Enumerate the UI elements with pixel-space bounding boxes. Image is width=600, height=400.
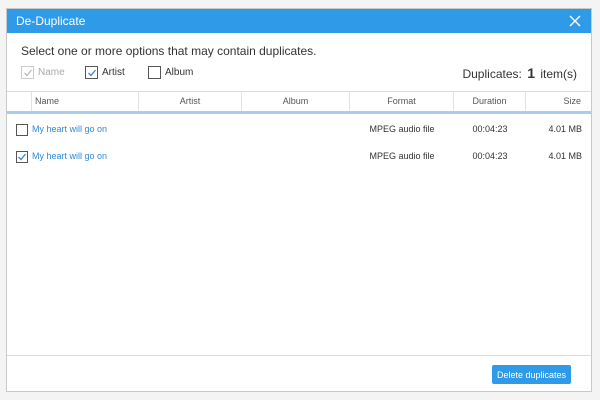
header-divider xyxy=(7,111,591,114)
option-artist-checkbox[interactable] xyxy=(85,66,98,79)
header-artist[interactable]: Artist xyxy=(139,92,242,111)
delete-duplicates-button[interactable]: Delete duplicates xyxy=(492,365,571,384)
row-name: My heart will go on xyxy=(32,124,108,134)
row-format: MPEG audio file xyxy=(369,151,435,161)
duplicates-count: Duplicates: 1 item(s) xyxy=(462,65,577,81)
header-format[interactable]: Format xyxy=(350,92,454,111)
row-checkbox[interactable] xyxy=(16,151,28,163)
row-format: MPEG audio file xyxy=(369,124,435,134)
duplicates-suffix: item(s) xyxy=(540,67,577,81)
table-row[interactable]: My heart will go on MPEG audio file 00:0… xyxy=(7,142,591,170)
duplicates-number: 1 xyxy=(527,65,535,81)
header-album[interactable]: Album xyxy=(242,92,350,111)
option-artist[interactable]: Artist xyxy=(85,65,125,80)
option-artist-label: Artist xyxy=(102,67,125,78)
check-icon xyxy=(23,69,32,76)
check-icon xyxy=(87,69,96,76)
close-icon xyxy=(569,15,581,27)
duplicates-prefix: Duplicates: xyxy=(462,67,522,81)
row-checkbox[interactable] xyxy=(16,124,28,136)
close-button[interactable] xyxy=(565,11,585,31)
footer-divider xyxy=(7,355,591,356)
instruction-text: Select one or more options that may cont… xyxy=(21,44,317,58)
option-album-label: Album xyxy=(165,67,194,78)
table-header: Name Artist Album Format Duration Size xyxy=(7,91,591,111)
row-name: My heart will go on xyxy=(32,151,108,161)
option-name: Name xyxy=(21,65,65,80)
header-select xyxy=(7,92,32,111)
table-row[interactable]: My heart will go on MPEG audio file 00:0… xyxy=(7,115,591,143)
option-album-checkbox[interactable] xyxy=(148,66,161,79)
row-duration: 00:04:23 xyxy=(472,151,508,161)
row-size: 4.01 MB xyxy=(548,151,582,161)
header-duration[interactable]: Duration xyxy=(454,92,526,111)
dialog-title: De-Duplicate xyxy=(16,14,86,28)
option-name-checkbox xyxy=(21,66,34,79)
header-size[interactable]: Size xyxy=(526,92,591,111)
option-album[interactable]: Album xyxy=(148,65,193,80)
option-name-label: Name xyxy=(38,67,65,78)
dedup-dialog: De-Duplicate Select one or more options … xyxy=(6,8,592,392)
check-icon xyxy=(18,153,27,161)
row-duration: 00:04:23 xyxy=(472,124,508,134)
header-name[interactable]: Name xyxy=(32,92,139,111)
title-bar: De-Duplicate xyxy=(7,9,591,33)
row-size: 4.01 MB xyxy=(548,124,582,134)
